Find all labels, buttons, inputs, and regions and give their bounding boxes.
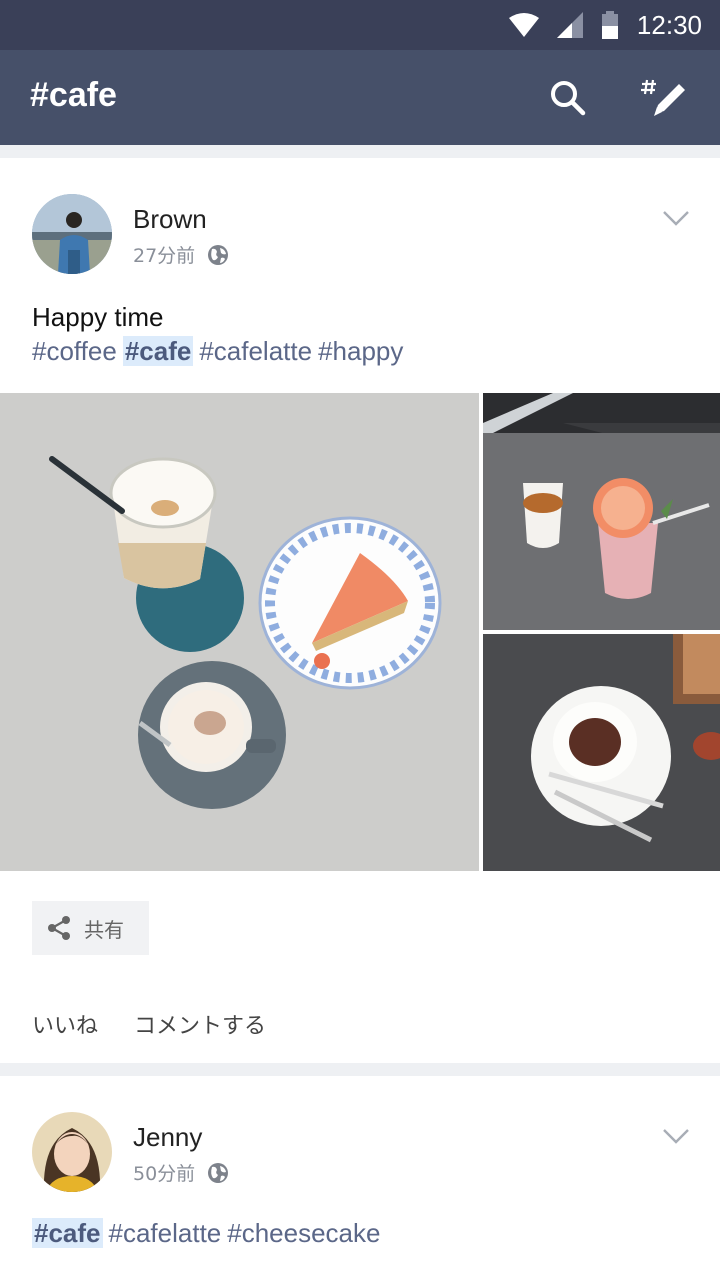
post-text: Happy time [32, 302, 164, 332]
wifi-icon [508, 13, 539, 37]
hashtag-link[interactable]: #happy [318, 336, 403, 366]
user-name[interactable]: Jenny [133, 1122, 202, 1153]
hashtag-link-highlighted[interactable]: #cafe [32, 1218, 103, 1248]
status-time: 12:30 [636, 9, 702, 40]
post-meta: 27分前 [133, 241, 229, 268]
globe-icon [208, 1162, 229, 1183]
share-label: 共有 [84, 917, 124, 942]
share-icon [48, 916, 70, 940]
chevron-down-icon[interactable] [662, 1126, 690, 1146]
hashtag-link[interactable]: #cafelatte [199, 336, 312, 366]
post-hashtags: #cafe #cafelatte #cheesecake [32, 1218, 386, 1249]
post-meta: 50分前 [133, 1159, 229, 1186]
chevron-down-icon[interactable] [662, 208, 690, 228]
status-icons: 12:30 [508, 0, 702, 50]
hashtag-link[interactable]: #cheesecake [227, 1218, 380, 1248]
share-button[interactable]: 共有 [32, 901, 149, 955]
globe-icon [208, 244, 229, 265]
hashtag-link-highlighted[interactable]: #cafe [122, 336, 194, 366]
avatar[interactable] [32, 194, 112, 274]
comment-button[interactable]: コメントする [134, 1008, 266, 1040]
hashtag-compose-icon [641, 79, 685, 116]
post-card: Brown 27分前 Happy time #coffee #cafe #cafel… [0, 158, 720, 1063]
photo-main[interactable] [0, 393, 479, 871]
battery-icon [601, 11, 618, 39]
user-name[interactable]: Brown [133, 204, 207, 235]
post-time: 27分前 [133, 245, 196, 267]
hashtag-compose-button[interactable] [640, 72, 692, 124]
post-hashtags: #coffee #cafe #cafelatte #happy [32, 336, 409, 367]
status-bar: 12:30 [0, 0, 720, 50]
page-title: #cafe [30, 76, 117, 114]
hashtag-link[interactable]: #cafelatte [109, 1218, 222, 1248]
search-button[interactable] [542, 72, 594, 124]
avatar[interactable] [32, 1112, 112, 1192]
post-actions: いいね コメントする [32, 1008, 266, 1040]
signal-icon [556, 12, 583, 38]
photo-drinks[interactable] [483, 393, 720, 630]
photo-cheesecake[interactable] [483, 634, 720, 871]
avatar-image [32, 1112, 112, 1192]
post-time: 50分前 [133, 1163, 196, 1185]
search-icon [551, 81, 586, 116]
app-bar: #cafe [0, 50, 720, 145]
avatar-image [32, 194, 112, 274]
like-button[interactable]: いいね [32, 1008, 98, 1040]
photo-grid [0, 393, 720, 871]
post-card: Jenny 50分前 #cafe #cafelatte #cheesecake [0, 1076, 720, 1280]
hashtag-link[interactable]: #coffee [32, 336, 117, 366]
